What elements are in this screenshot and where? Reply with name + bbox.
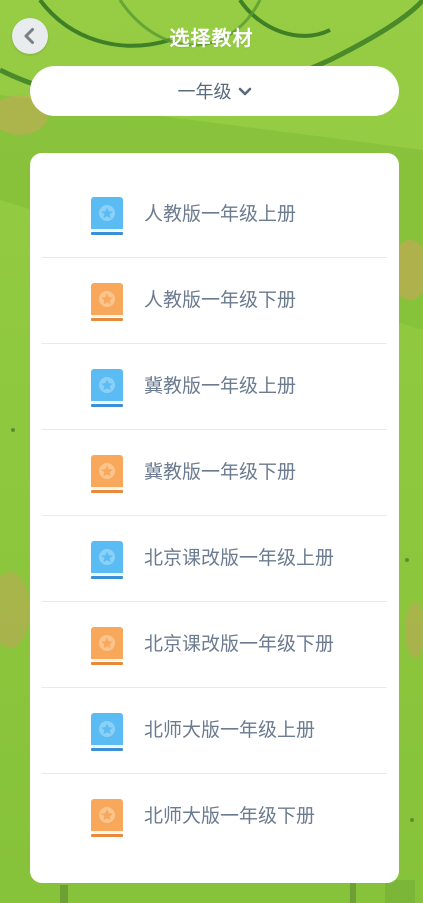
textbook-item[interactable]: 北师大版一年级下册 (42, 774, 387, 859)
book-blue-icon (91, 713, 123, 751)
textbook-item[interactable]: 人教版一年级下册 (42, 258, 387, 343)
textbook-label: 人教版一年级上册 (144, 203, 297, 225)
textbook-item[interactable]: 北师大版一年级上册 (42, 688, 387, 773)
textbook-label: 北师大版一年级上册 (144, 719, 316, 741)
grade-dropdown[interactable]: 一年级 (30, 66, 399, 116)
textbook-label: 冀教版一年级上册 (144, 375, 297, 397)
textbook-item[interactable]: 北京课改版一年级下册 (42, 602, 387, 687)
textbook-item[interactable]: 冀教版一年级上册 (42, 344, 387, 429)
textbook-label: 北京课改版一年级下册 (144, 633, 335, 655)
textbook-label: 人教版一年级下册 (144, 289, 297, 311)
textbook-label: 北京课改版一年级上册 (144, 547, 335, 569)
textbook-item[interactable]: 北京课改版一年级上册 (42, 516, 387, 601)
grade-dropdown-value: 一年级 (177, 82, 232, 103)
textbook-item[interactable]: 冀教版一年级下册 (42, 430, 387, 515)
book-blue-icon (91, 369, 123, 407)
book-orange-icon (91, 627, 123, 665)
book-orange-icon (91, 283, 123, 321)
page-title: 选择教材 (169, 26, 254, 50)
chevron-down-icon (238, 87, 251, 96)
textbook-label: 北师大版一年级下册 (144, 805, 316, 827)
textbook-label: 冀教版一年级下册 (144, 461, 297, 483)
book-blue-icon (91, 197, 123, 235)
textbook-item[interactable]: 人教版一年级上册 (42, 172, 387, 257)
textbook-list: 人教版一年级上册 人教版一年级下册 冀教版一年级上册 冀教版一年级下册 北京课改… (30, 153, 399, 883)
book-orange-icon (91, 455, 123, 493)
book-orange-icon (91, 799, 123, 837)
book-blue-icon (91, 541, 123, 579)
